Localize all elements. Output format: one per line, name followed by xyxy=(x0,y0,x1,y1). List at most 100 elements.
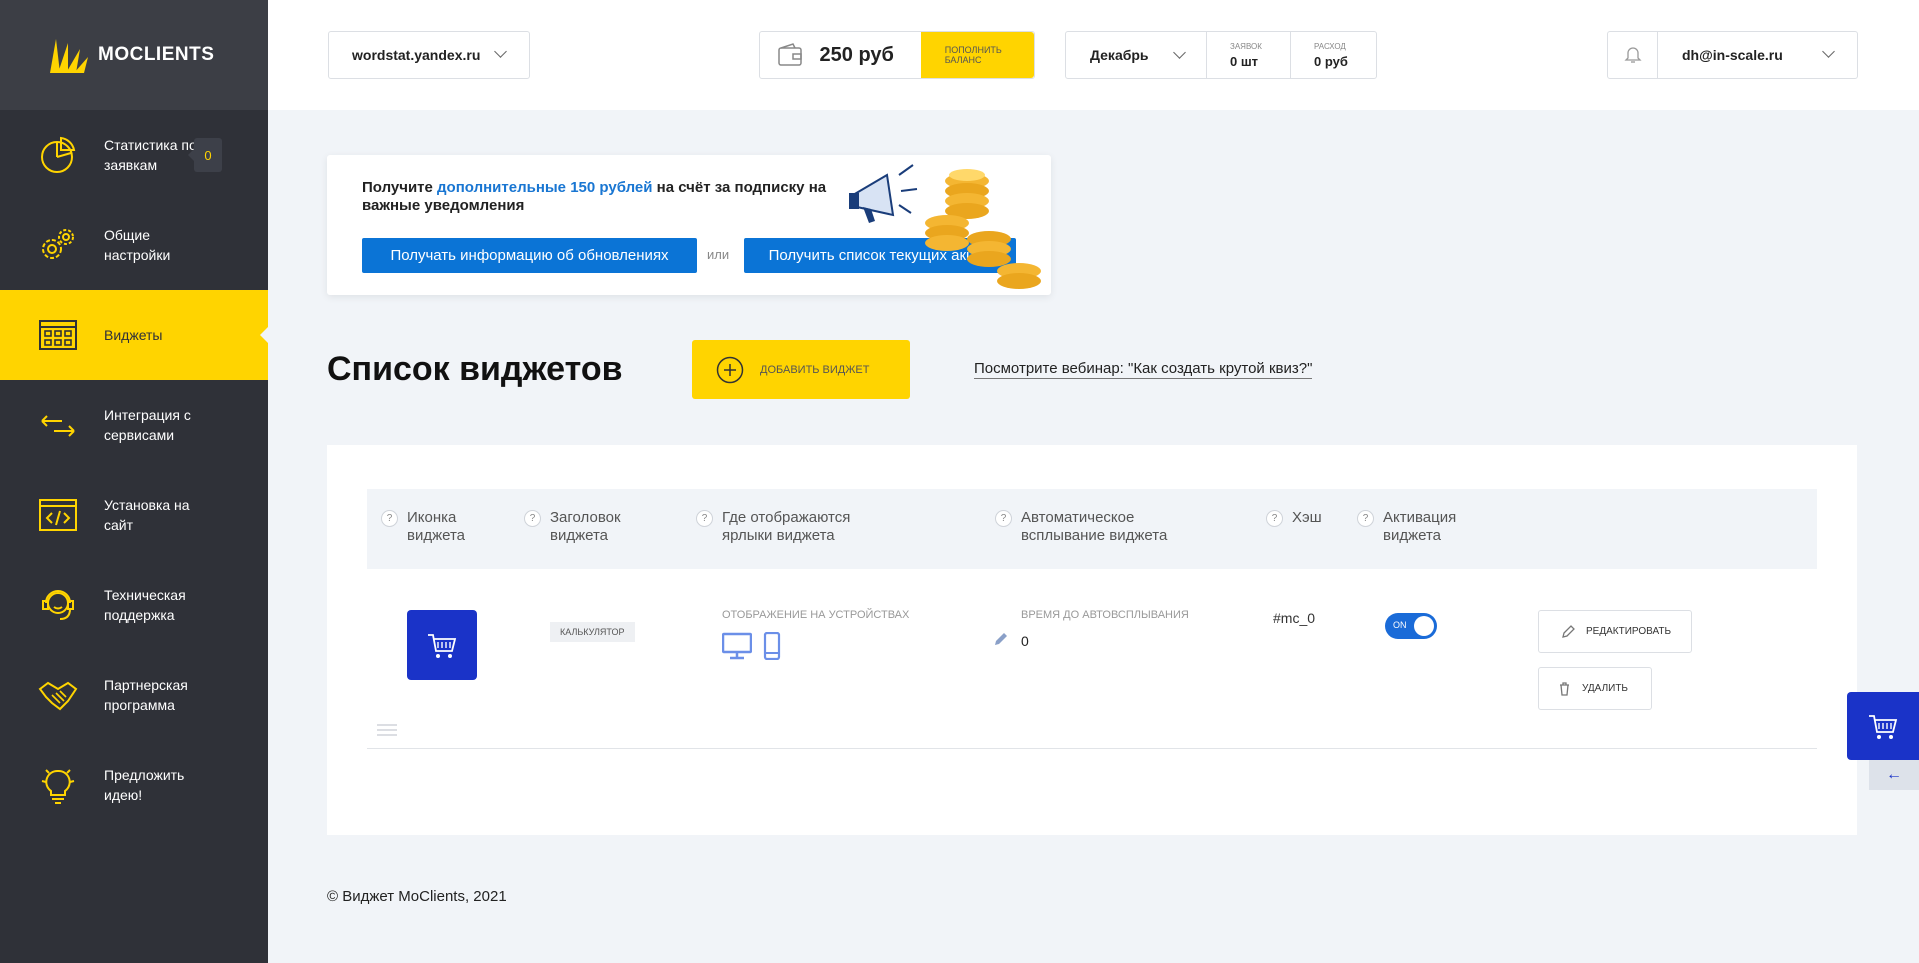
sidebar-item-label: Интеграция с сервисами xyxy=(104,407,191,443)
logo-icon xyxy=(50,39,88,73)
chevron-down-icon xyxy=(494,45,507,58)
widget-title-tag: Калькулятор xyxy=(550,622,635,642)
edit-widget-button[interactable]: Редактировать xyxy=(1538,610,1692,653)
webinar-link[interactable]: Посмотрите вебинар: "Как создать крутой … xyxy=(974,360,1313,379)
requests-value: 0 шт xyxy=(1230,54,1259,69)
devices-label: Отображение на устройствах xyxy=(722,609,910,621)
mobile-icon[interactable] xyxy=(763,632,781,660)
sidebar-item-idea[interactable]: Предложить идею! xyxy=(0,740,268,830)
notifications-button[interactable] xyxy=(1608,32,1658,78)
stats-panel: Декабрь Заявок 0 шт Расход 0 руб xyxy=(1065,31,1377,79)
help-icon[interactable]: ? xyxy=(696,510,713,527)
logo[interactable]: MOCLIENTS xyxy=(0,0,268,110)
column-header-placement: ? Где отображаются ярлыки виджета xyxy=(696,509,892,545)
help-icon[interactable]: ? xyxy=(524,510,541,527)
desktop-icon[interactable] xyxy=(722,632,752,660)
column-header-icon: ? Иконка виджета xyxy=(381,509,507,545)
toggle-knob xyxy=(1414,616,1434,636)
column-header-hash: ? Хэш xyxy=(1266,509,1352,527)
megaphone-icon xyxy=(849,164,918,223)
column-header-activation: ? Активация виджета xyxy=(1357,509,1473,545)
promo-text: Получите дополнительные 150 рублей на сч… xyxy=(362,179,862,215)
autopopup-label: Время до автовсплывания xyxy=(1021,609,1189,621)
widget-icon-preview[interactable] xyxy=(407,610,477,680)
column-header-label: Хэш xyxy=(1292,509,1322,526)
sidebar-item-widgets[interactable]: Виджеты xyxy=(0,290,269,380)
footer-copyright: © Виджет MoClients, 2021 xyxy=(327,888,507,905)
handshake-icon xyxy=(38,681,78,711)
requests-stat: Заявок 0 шт xyxy=(1207,32,1291,78)
sidebar: MOCLIENTS Статистика по заявкам 0 Общие … xyxy=(0,0,269,963)
table-header: ? Иконка виджета ? Заголовок виджета ? Где … xyxy=(367,489,1817,569)
pencil-icon[interactable] xyxy=(993,631,1009,647)
spend-label: Расход xyxy=(1314,42,1346,51)
add-widget-label: Добавить виджет xyxy=(760,363,870,376)
user-email: dh@in-scale.ru xyxy=(1682,47,1783,63)
bell-icon xyxy=(1623,47,1642,63)
help-icon[interactable]: ? xyxy=(1266,510,1283,527)
edit-widget-label: Редактировать xyxy=(1586,626,1672,637)
sidebar-item-settings[interactable]: Общие настройки xyxy=(0,200,268,290)
arrows-exchange-icon xyxy=(41,415,75,437)
row-divider xyxy=(367,748,1817,749)
column-header-autopopup: ? Автоматическое всплывание виджета xyxy=(995,509,1191,545)
chevron-down-icon xyxy=(1822,45,1835,58)
sidebar-item-label: Техническая поддержка xyxy=(104,587,186,623)
balance-amount: 250 руб xyxy=(819,43,894,66)
floating-widget-button[interactable] xyxy=(1847,692,1919,760)
sidebar-item-label: Виджеты xyxy=(104,327,163,343)
pie-chart-icon xyxy=(41,136,76,173)
page-title: Список виджетов xyxy=(327,350,623,388)
sidebar-item-label: Общие настройки xyxy=(104,227,171,263)
sidebar-item-statistics[interactable]: Статистика по заявкам 0 xyxy=(0,110,268,200)
spend-stat: Расход 0 руб xyxy=(1291,32,1376,78)
spend-value: 0 руб xyxy=(1314,54,1348,69)
gears-icon xyxy=(42,229,74,259)
sidebar-nav: Статистика по заявкам 0 Общие настройки … xyxy=(0,110,269,830)
column-header-title: ? Заголовок виджета xyxy=(524,509,650,545)
pencil-icon xyxy=(1562,625,1575,638)
autopopup-value: 0 xyxy=(1021,633,1029,649)
column-header-label: Активация виджета xyxy=(1383,509,1457,544)
help-icon[interactable]: ? xyxy=(995,510,1012,527)
requests-label: Заявок xyxy=(1230,42,1262,51)
activation-toggle[interactable]: ON xyxy=(1385,613,1437,639)
plus-circle-icon xyxy=(716,356,744,383)
site-select[interactable]: wordstat.yandex.ru xyxy=(328,31,530,79)
statistics-count-badge: 0 xyxy=(188,138,222,172)
help-icon[interactable]: ? xyxy=(1357,510,1374,527)
column-header-label: Заголовок виджета xyxy=(550,509,621,544)
shopping-cart-icon xyxy=(1869,715,1898,739)
collapse-arrow-button[interactable]: ← xyxy=(1869,760,1919,790)
drag-handle-icon[interactable] xyxy=(377,723,397,737)
sidebar-item-integrations[interactable]: Интеграция с сервисами xyxy=(0,380,268,470)
coins-stack-icon xyxy=(925,169,1041,289)
arrow-left-icon: ← xyxy=(1886,766,1902,783)
month-select[interactable]: Декабрь xyxy=(1066,32,1207,78)
top-header: wordstat.yandex.ru 250 руб Пополнить бал… xyxy=(268,0,1919,110)
widgets-table: ? Иконка виджета ? Заголовок виджета ? Где … xyxy=(327,445,1857,835)
sidebar-item-partners[interactable]: Партнерская программа xyxy=(0,650,268,740)
promo-banner: Получите дополнительные 150 рублей на сч… xyxy=(327,155,1051,295)
sidebar-item-install[interactable]: Установка на сайт xyxy=(0,470,268,560)
topup-button[interactable]: Пополнить баланс xyxy=(920,32,1034,78)
help-icon[interactable]: ? xyxy=(381,510,398,527)
sidebar-item-label: Установка на сайт xyxy=(104,497,190,533)
add-widget-button[interactable]: Добавить виджет xyxy=(692,340,910,399)
logo-text: MOCLIENTS xyxy=(98,44,215,65)
wallet-icon xyxy=(760,32,820,78)
sidebar-item-support[interactable]: Техническая поддержка xyxy=(0,560,268,650)
balance-panel: 250 руб Пополнить баланс xyxy=(759,31,1035,79)
sidebar-item-label: Партнерская программа xyxy=(104,677,188,713)
megaphone-coins-illustration xyxy=(849,164,1041,289)
code-window-icon xyxy=(39,499,77,531)
user-menu[interactable]: dh@in-scale.ru xyxy=(1658,32,1857,78)
widget-hash: #mc_0 xyxy=(1273,610,1316,626)
subscribe-updates-button[interactable]: Получать информацию об обновлениях xyxy=(362,238,697,273)
user-panel: dh@in-scale.ru xyxy=(1607,31,1858,79)
toggle-state-label: ON xyxy=(1393,620,1407,630)
site-select-value: wordstat.yandex.ru xyxy=(352,47,481,63)
delete-widget-button[interactable]: Удалить xyxy=(1538,667,1652,710)
chevron-down-icon xyxy=(1173,46,1186,59)
column-header-label: Где отображаются ярлыки виджета xyxy=(722,509,851,544)
